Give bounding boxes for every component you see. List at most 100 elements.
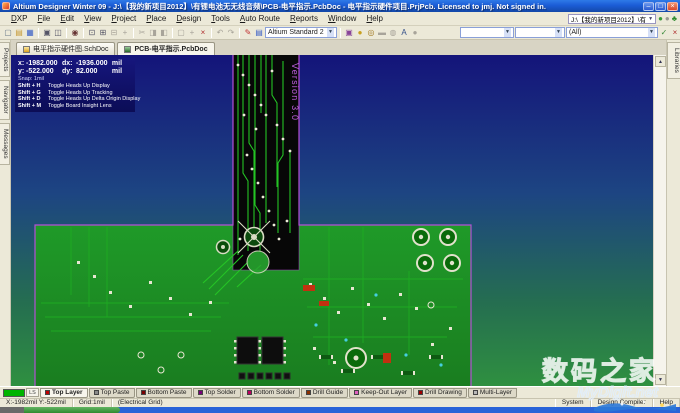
menu-file[interactable]: File	[32, 12, 55, 25]
filter-scope-dropdown[interactable]: (All) ▼	[566, 27, 658, 38]
layer-tab-bottom-paste[interactable]: Bottom Paste	[136, 388, 192, 398]
string-icon[interactable]: A	[399, 27, 409, 38]
layer-tab-multi-layer[interactable]: Multi-Layer	[468, 388, 517, 398]
device-view-icon[interactable]: ◉	[70, 27, 80, 38]
chevron-down-icon: ▼	[327, 28, 334, 37]
annotate-icon[interactable]: ✎	[243, 27, 253, 38]
layer-sets-button[interactable]: LS	[26, 388, 39, 397]
active-layer-color-swatch	[3, 389, 25, 397]
status-bar: X:-1982mil Y:-522mil Grid:1mil (Electric…	[0, 398, 680, 407]
schematic-doc-icon	[23, 46, 30, 53]
paste-icon[interactable]: ◧	[159, 27, 169, 38]
layer-tab-drill-drawing[interactable]: Drill Drawing	[413, 388, 467, 398]
help-panels-button[interactable]: Help	[653, 399, 680, 407]
layer-color-icon	[45, 390, 50, 395]
layer-color-icon	[473, 390, 478, 395]
layer-tab-bottom-solder[interactable]: Bottom Solder	[242, 388, 300, 398]
design-compiler-panels-button[interactable]: Design Compiler	[591, 399, 653, 407]
vertical-scrollbar[interactable]: ▲ ▼	[653, 55, 666, 386]
pad-icon[interactable]: ●	[355, 27, 365, 38]
grid-mode-readout: (Electrical Grid)	[112, 399, 169, 407]
copy-icon[interactable]: ◨	[148, 27, 158, 38]
panel-tab-messages[interactable]: Messages	[0, 123, 10, 165]
heads-up-display: x:-1982.000 dx:-1936.000 mil y:-522.000 …	[15, 58, 135, 112]
chevron-down-icon: ▼	[648, 16, 653, 22]
layer-tab-top-solder[interactable]: Top Solder	[193, 388, 241, 398]
menu-design[interactable]: Design	[171, 12, 206, 25]
title-bar: Altium Designer Winter 09 - J:\【我的新项目201…	[0, 0, 680, 12]
layer-color-icon	[354, 390, 359, 395]
apply-filter-icon[interactable]: ✓	[659, 27, 669, 38]
zoom-area-icon[interactable]: ⊞	[98, 27, 108, 38]
doc-tab-schdoc[interactable]: 电平指示硬件图.SchDoc	[16, 42, 115, 55]
menu-auto-route[interactable]: Auto Route	[235, 12, 285, 25]
hud-snap-label: Snap: 1mil	[18, 76, 132, 83]
filter-combo-2[interactable]: ▼	[515, 27, 565, 38]
minimize-button[interactable]: –	[643, 2, 654, 11]
room-icon[interactable]: ◍	[388, 27, 398, 38]
filter-combo-1[interactable]: ▼	[460, 27, 514, 38]
layer-tab-drill-guide[interactable]: Drill Guide	[301, 388, 348, 398]
select-area-icon[interactable]: ▢	[176, 27, 186, 38]
clear-filter-icon[interactable]: ×	[198, 27, 208, 38]
chevron-down-icon: ▼	[504, 28, 511, 37]
altium-logo-icon	[2, 2, 10, 10]
menu-bar: DXP File Edit View Project Place Design …	[0, 12, 680, 26]
menu-help[interactable]: Help	[361, 12, 387, 25]
favorites-path-dropdown[interactable]: J:\【我的新项目2012】\有 ▼	[568, 14, 656, 24]
menu-window[interactable]: Window	[323, 12, 361, 25]
menu-project[interactable]: Project	[106, 12, 141, 25]
pcb-silkscreen-version: Version 3.0	[290, 63, 300, 121]
favorites-tree-icon[interactable]: ♣	[672, 14, 677, 24]
scroll-up-icon[interactable]: ▲	[655, 56, 666, 67]
layer-tab-keep-out[interactable]: Keep-Out Layer	[349, 388, 412, 398]
maximize-button[interactable]: □	[655, 2, 666, 11]
nav-back-icon[interactable]: ●	[658, 14, 663, 24]
doc-tab-pcbdoc[interactable]: PCB-电平指示.PcbDoc	[117, 42, 214, 55]
layer-color-icon	[418, 390, 423, 395]
menu-view[interactable]: View	[79, 12, 106, 25]
menu-reports[interactable]: Reports	[285, 12, 323, 25]
menu-tools[interactable]: Tools	[206, 12, 235, 25]
close-button[interactable]: ×	[667, 2, 678, 11]
panel-tab-libraries[interactable]: Libraries	[667, 42, 680, 79]
system-panels-button[interactable]: System	[555, 399, 591, 407]
new-document-icon[interactable]: ▢	[3, 27, 13, 38]
open-document-icon[interactable]: ▤	[14, 27, 24, 38]
scroll-down-icon[interactable]: ▼	[655, 374, 666, 385]
interactive-routing-icon[interactable]: ▬	[377, 27, 387, 38]
nav-forward-icon[interactable]: ●	[665, 14, 670, 24]
menu-edit[interactable]: Edit	[55, 12, 79, 25]
chevron-down-icon: ▼	[648, 28, 655, 37]
right-panel-strip: Libraries	[666, 40, 680, 386]
print-icon[interactable]: ▣	[42, 27, 52, 38]
undo-icon[interactable]: ↶	[215, 27, 225, 38]
main-toolbar: ▢ ▤ ▦ ▣ ◫ ◉ ⊡ ⊞ ⊟ + ✂ ◨ ◧ ▢ + × ↶ ↷ ✎ ▤ …	[0, 26, 680, 40]
menu-place[interactable]: Place	[141, 12, 171, 25]
redo-icon[interactable]: ↷	[226, 27, 236, 38]
footprint-icon[interactable]: ▣	[344, 27, 354, 38]
panel-tab-navigator[interactable]: Navigator	[0, 80, 10, 120]
layer-tab-top-paste[interactable]: Top Paste	[89, 388, 135, 398]
cancel-filter-icon[interactable]: ×	[670, 27, 680, 38]
cross-probe-icon[interactable]: +	[120, 27, 130, 38]
save-icon[interactable]: ▦	[25, 27, 35, 38]
layer-color-icon	[94, 390, 99, 395]
menu-dxp[interactable]: DXP	[6, 12, 32, 25]
zoom-fit-icon[interactable]: ⊡	[87, 27, 97, 38]
browse-documents-icon[interactable]: ▤	[254, 27, 264, 38]
taskbar-start-fragment	[24, 407, 120, 413]
print-preview-icon[interactable]: ◫	[53, 27, 63, 38]
layer-color-icon	[306, 390, 311, 395]
pcb-editor-canvas[interactable]: Version 3.0	[11, 55, 653, 386]
zoom-selected-icon[interactable]: ⊟	[109, 27, 119, 38]
taskbar-sliver	[0, 407, 680, 413]
panel-tab-projects[interactable]: Projects	[0, 42, 10, 77]
toolbar-preset-dropdown[interactable]: Altium Standard 2 ▼	[265, 27, 337, 38]
layer-tab-top-layer[interactable]: Top Layer	[40, 388, 88, 398]
cut-icon[interactable]: ✂	[137, 27, 147, 38]
via-icon[interactable]: ◎	[366, 27, 376, 38]
move-icon[interactable]: +	[187, 27, 197, 38]
3d-body-icon[interactable]: ●	[410, 27, 420, 38]
cursor-position-readout: X:-1982mil Y:-522mil	[0, 399, 73, 407]
